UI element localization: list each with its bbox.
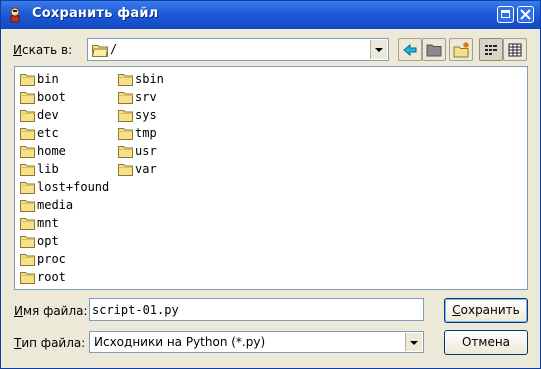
filetype-value: Исходники на Python (*.py) (94, 335, 266, 349)
folder-icon (92, 45, 108, 57)
folder-name: opt (37, 234, 59, 248)
back-arrow-icon (403, 43, 417, 57)
folder-name: bin (37, 72, 59, 86)
new-folder-icon (453, 42, 469, 58)
lookin-dropdown-button[interactable] (370, 40, 387, 59)
folder-icon (118, 110, 133, 122)
folder-icon (118, 146, 133, 158)
folder-icon (20, 128, 35, 140)
window-title: Сохранить файл (32, 6, 159, 21)
maximize-button[interactable] (497, 6, 514, 23)
lookin-value: / (110, 42, 118, 56)
folder-name: mnt (37, 216, 59, 230)
app-icon (10, 7, 20, 23)
folder-icon (20, 146, 35, 158)
folder-name: media (37, 198, 74, 212)
folder-icon (118, 128, 133, 140)
file-list[interactable]: bin boot dev etc home lib lost+found media mnt op… (14, 66, 528, 290)
folder-name: lost+found (37, 180, 110, 194)
parent-folder-icon (426, 44, 442, 57)
folder-icon (20, 254, 35, 266)
folder-icon (20, 164, 35, 176)
close-button[interactable] (517, 6, 534, 23)
back-button[interactable] (398, 38, 422, 61)
folder-name: var (135, 162, 157, 176)
filetype-select[interactable]: Исходники на Python (*.py) (89, 331, 424, 353)
filename-input[interactable] (92, 301, 417, 318)
lookin-combobox[interactable]: / (87, 38, 389, 61)
folder-icon (118, 92, 133, 104)
folder-name: tmp (135, 126, 157, 140)
folder-icon (20, 92, 35, 104)
folder-name: root (37, 270, 66, 284)
list-view-icon (485, 45, 497, 55)
folder-name: dev (37, 108, 59, 122)
folder-name: etc (37, 126, 59, 140)
save-button[interactable]: Сохранить (444, 298, 528, 323)
folder-name: lib (37, 162, 59, 176)
folder-name: sbin (135, 72, 164, 86)
folder-name: proc (37, 252, 66, 266)
folder-icon (118, 164, 133, 176)
filename-input-box[interactable] (89, 298, 424, 321)
filetype-label: Тип файла: (14, 336, 86, 350)
folder-icon (20, 110, 35, 122)
folder-name: sys (135, 108, 157, 122)
folder-name: boot (37, 90, 66, 104)
folder-name: srv (135, 90, 157, 104)
new-folder-button[interactable] (449, 38, 473, 61)
close-icon (520, 9, 531, 20)
lookin-label: Искать в: (13, 43, 73, 57)
folder-icon (20, 272, 35, 284)
save-file-dialog: Сохранить файл Искать в: / bin boot dev … (0, 0, 541, 369)
folder-icon (20, 218, 35, 230)
folder-name: home (37, 144, 66, 158)
folder-icon (20, 182, 35, 194)
list-view-button[interactable] (479, 38, 503, 61)
folder-icon (20, 74, 35, 86)
folder-icon (20, 200, 35, 212)
parent-folder-button[interactable] (422, 38, 446, 61)
filename-label: Имя файла: (14, 304, 88, 318)
details-view-button[interactable] (503, 38, 527, 61)
folder-icon (118, 74, 133, 86)
filetype-dropdown-button[interactable] (405, 333, 422, 351)
folder-name: usr (135, 144, 157, 158)
title-bar[interactable]: Сохранить файл (1, 1, 540, 29)
folder-icon (20, 236, 35, 248)
cancel-button[interactable]: Отмена (444, 330, 528, 355)
details-view-icon (508, 43, 522, 57)
